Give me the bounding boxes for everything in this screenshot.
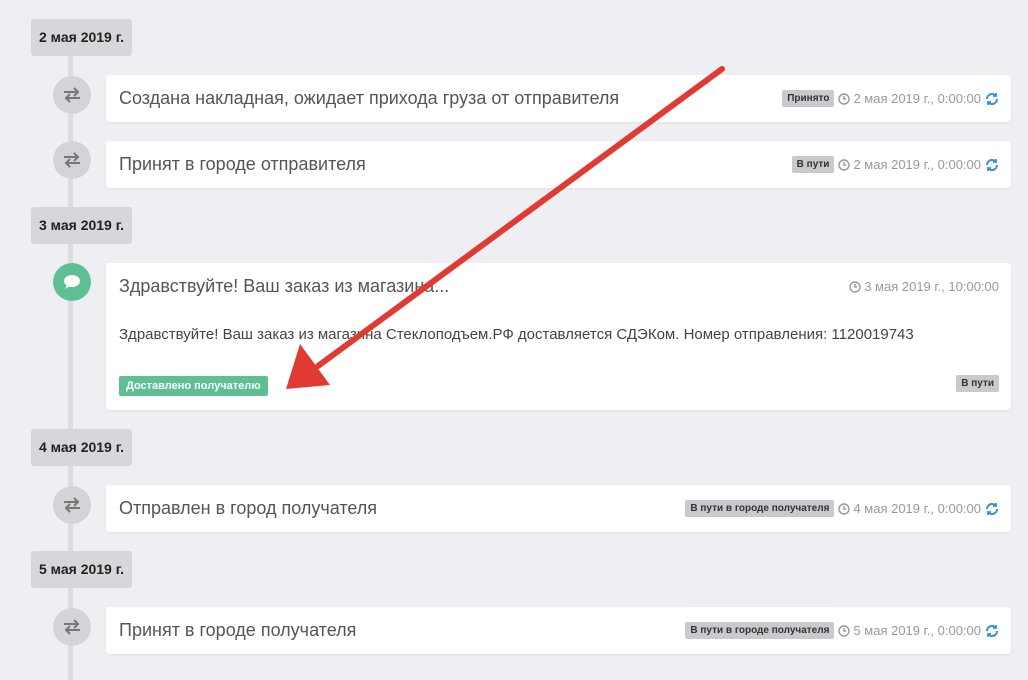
event-time: 5 мая 2019 г., 0:00:00 xyxy=(838,623,981,638)
event-card: Создана накладная, ожидает прихода груза… xyxy=(106,75,1011,122)
event-time: 3 мая 2019 г., 10:00:00 xyxy=(849,279,999,294)
status-badge: В пути xyxy=(956,375,999,392)
date-label: 3 мая 2019 г. xyxy=(31,207,133,244)
refresh-icon[interactable] xyxy=(985,502,999,516)
event-title: Создана накладная, ожидает прихода груза… xyxy=(119,88,620,108)
exchange-icon xyxy=(53,76,91,114)
clock-icon xyxy=(838,92,851,105)
exchange-icon xyxy=(53,486,91,524)
event-time-text: 3 мая 2019 г., 10:00:00 xyxy=(864,279,999,294)
status-badge: В пути xyxy=(791,156,835,173)
event-card: Принят в городе получателя В пути в горо… xyxy=(106,607,1011,654)
clock-icon xyxy=(849,280,861,293)
event-time: 2 мая 2019 г., 0:00:00 xyxy=(838,157,981,172)
delivered-badge: Доставлено получателю xyxy=(119,376,268,396)
message-card: Здравствуйте! Ваш заказ из магазина... 3… xyxy=(106,263,1011,410)
clock-icon xyxy=(838,158,851,171)
event-title: Принят в городе получателя xyxy=(119,620,357,640)
message-body: Здравствуйте! Ваш заказ из магазина Стек… xyxy=(119,326,914,343)
exchange-icon xyxy=(53,608,91,646)
event-title: Отправлен в город получателя xyxy=(119,498,378,518)
date-label: 2 мая 2019 г. xyxy=(31,19,133,56)
event-time-text: 2 мая 2019 г., 0:00:00 xyxy=(853,157,981,172)
comment-icon xyxy=(53,263,91,301)
refresh-icon[interactable] xyxy=(985,92,999,106)
date-label: 5 мая 2019 г. xyxy=(31,551,133,588)
event-time-text: 5 мая 2019 г., 0:00:00 xyxy=(853,623,981,638)
status-badge: В пути в городе получателя xyxy=(685,622,835,639)
clock-icon xyxy=(838,502,851,515)
event-card: Отправлен в город получателя В пути в го… xyxy=(106,485,1011,532)
exchange-icon xyxy=(53,141,91,179)
refresh-icon[interactable] xyxy=(985,158,999,172)
clock-icon xyxy=(838,624,851,637)
status-badge: В пути в городе получателя xyxy=(685,500,835,517)
refresh-icon[interactable] xyxy=(985,624,999,638)
event-time: 2 мая 2019 г., 0:00:00 xyxy=(838,91,981,106)
status-badge: Принято xyxy=(782,90,835,107)
date-label: 4 мая 2019 г. xyxy=(31,429,133,466)
event-time: 4 мая 2019 г., 0:00:00 xyxy=(838,501,981,516)
event-title: Здравствуйте! Ваш заказ из магазина... xyxy=(119,276,450,296)
event-card: Принят в городе отправителя В пути 2 мая… xyxy=(106,141,1011,188)
event-title: Принят в городе отправителя xyxy=(119,154,366,174)
event-time-text: 2 мая 2019 г., 0:00:00 xyxy=(853,91,981,106)
event-time-text: 4 мая 2019 г., 0:00:00 xyxy=(853,501,981,516)
